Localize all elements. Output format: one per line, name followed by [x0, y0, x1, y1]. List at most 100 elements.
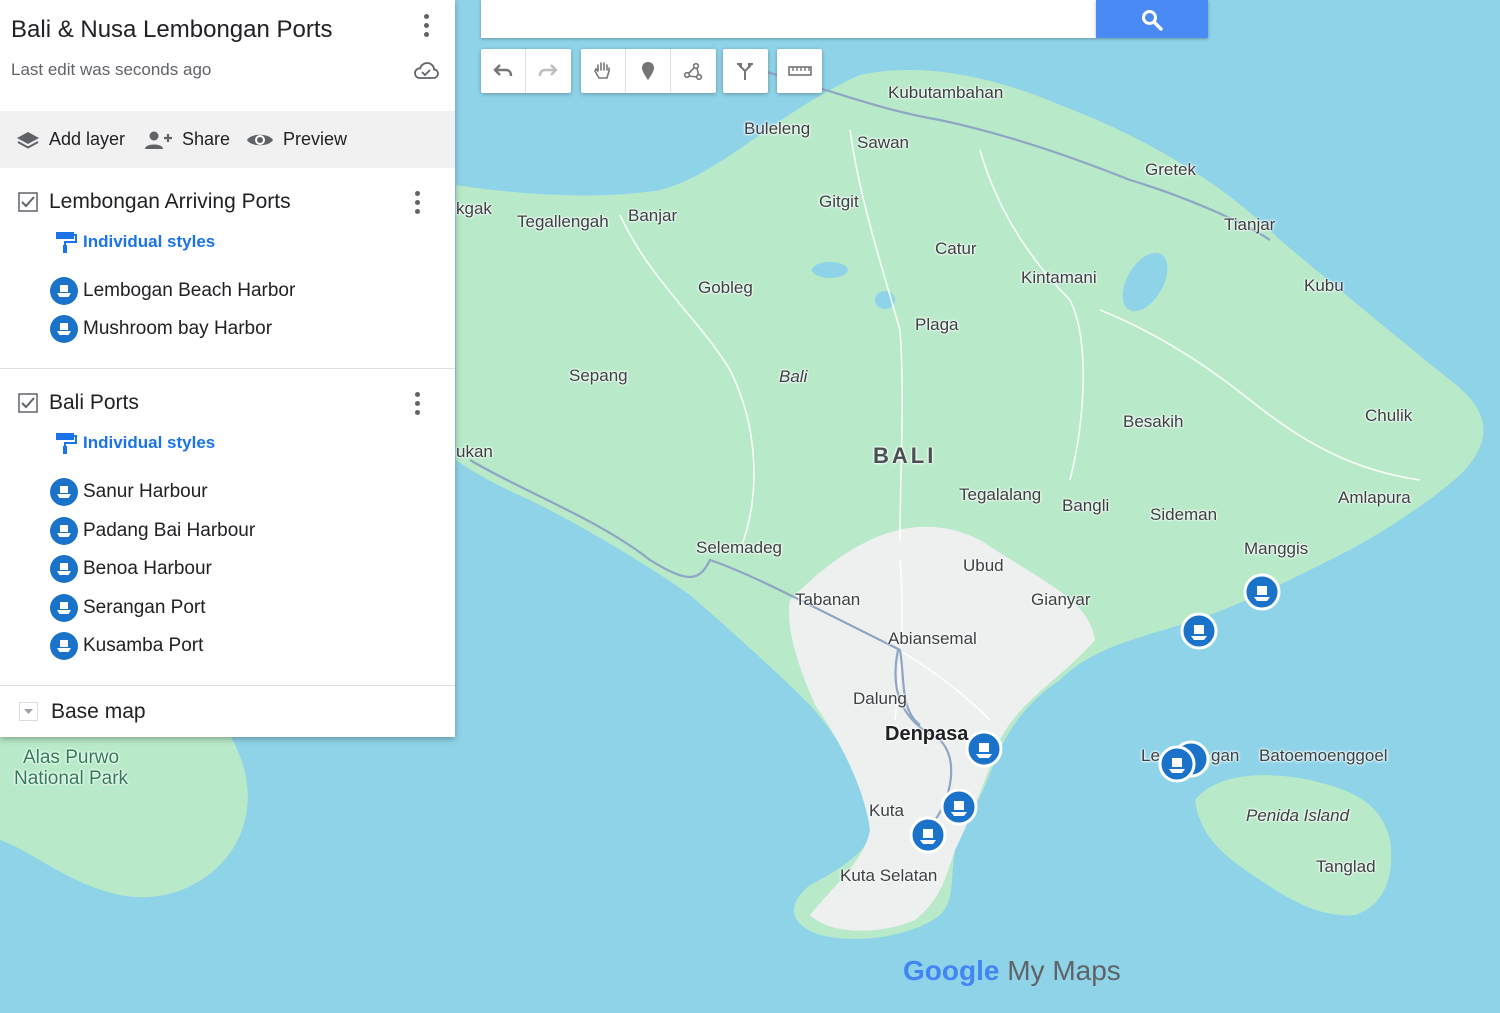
boat-icon: [50, 555, 78, 583]
divider: [0, 368, 455, 369]
list-item[interactable]: Sanur Harbour: [50, 478, 208, 506]
item-label: Kusamba Port: [83, 635, 204, 656]
list-item[interactable]: Mushroom bay Harbor: [50, 315, 272, 343]
place-bali-italic: Bali: [779, 367, 808, 386]
undo-icon: [493, 64, 513, 77]
layer-checkbox[interactable]: [18, 393, 38, 413]
list-item[interactable]: Benoa Harbour: [50, 555, 212, 583]
layer-title[interactable]: Bali Ports: [49, 391, 139, 415]
place-bangli: Bangli: [1062, 496, 1110, 515]
place-kgak: kgak: [456, 199, 492, 218]
layer-title[interactable]: Lembongan Arriving Ports: [49, 190, 291, 214]
place-lembongan-le: Le: [1141, 746, 1160, 765]
list-item[interactable]: Serangan Port: [50, 594, 206, 622]
add-marker-button[interactable]: [626, 49, 671, 93]
place-sawan: Sawan: [857, 133, 909, 152]
place-manggis: Manggis: [1244, 539, 1309, 558]
place-chulik: Chulik: [1365, 406, 1413, 425]
share-label: Share: [182, 129, 231, 149]
map-title[interactable]: Bali & Nusa Lembongan Ports: [11, 16, 333, 44]
place-tabanan: Tabanan: [795, 590, 861, 609]
place-sepang: Sepang: [569, 366, 628, 385]
divider: [0, 685, 455, 686]
boat-icon: [50, 517, 78, 545]
place-batoemoenggoel: Batoemoenggoel: [1259, 746, 1388, 765]
place-tegalalang: Tegalalang: [959, 485, 1042, 504]
place-selemadeg: Selemadeg: [696, 538, 783, 557]
place-catur: Catur: [935, 239, 977, 258]
list-item[interactable]: Padang Bai Harbour: [50, 517, 255, 545]
map-search-input[interactable]: [481, 0, 1096, 38]
place-abiansemal: Abiansemal: [888, 629, 977, 648]
place-gianyar: Gianyar: [1031, 590, 1091, 609]
panel-toolbar: Add layer Share Preview: [0, 111, 455, 168]
place-tianjar: Tianjar: [1224, 215, 1276, 234]
select-items-button[interactable]: [581, 49, 626, 93]
paint-roller-icon: [56, 232, 77, 253]
layer-checkbox[interactable]: [18, 192, 38, 212]
place-gitgit: Gitgit: [819, 192, 859, 211]
place-kubutambahan: Kubutambahan: [888, 83, 1004, 102]
directions-group: [723, 49, 768, 93]
preview-button[interactable]: Preview: [245, 111, 347, 168]
place-gobleg: Gobleg: [698, 278, 753, 297]
place-tegallengah: Tegallengah: [517, 212, 609, 231]
place-tanglad: Tanglad: [1316, 857, 1376, 876]
place-buleleng: Buleleng: [744, 119, 811, 138]
add-person-icon: [145, 131, 172, 149]
boat-icon: [50, 315, 78, 343]
layer-options-button[interactable]: [413, 191, 421, 219]
place-kuta: Kuta: [869, 801, 904, 820]
add-layer-button[interactable]: Add layer: [15, 111, 125, 168]
place-lembongan-gan: gan: [1211, 746, 1240, 765]
place-bali-region: BALI: [873, 443, 937, 468]
place-kubu: Kubu: [1304, 276, 1344, 295]
map-legend-panel: Bali & Nusa Lembongan Ports Last edit wa…: [0, 0, 455, 737]
base-map-label[interactable]: Base map: [51, 700, 146, 724]
place-banjar: Banjar: [628, 206, 678, 225]
marker-pin-icon: [642, 62, 654, 80]
individual-styles-link[interactable]: Individual styles: [53, 230, 215, 254]
place-penida: Penida Island: [1246, 806, 1350, 825]
redo-icon: [538, 64, 558, 77]
layer-options-button[interactable]: [413, 392, 421, 420]
ruler-icon: [788, 66, 812, 76]
paint-roller-icon: [56, 433, 77, 454]
place-gretek: Gretek: [1145, 160, 1197, 179]
search-icon: [1142, 10, 1163, 31]
place-besakih: Besakih: [1123, 412, 1184, 431]
place-dalung: Dalung: [853, 689, 907, 708]
item-label: Lembogan Beach Harbor: [83, 280, 296, 301]
share-button[interactable]: Share: [144, 111, 230, 168]
individual-styles-link[interactable]: Individual styles: [53, 431, 215, 455]
redo-button[interactable]: [526, 49, 571, 93]
measure-button[interactable]: [777, 49, 822, 93]
item-label: Padang Bai Harbour: [83, 520, 256, 541]
hand-icon: [594, 62, 610, 79]
list-item[interactable]: Kusamba Port: [50, 632, 203, 660]
cloud-saved-icon: [414, 62, 439, 79]
place-sideman: Sideman: [1150, 505, 1218, 524]
google-my-maps-logo: Google My Maps: [903, 955, 1121, 987]
map-options-button[interactable]: [422, 14, 430, 42]
place-kintamani: Kintamani: [1021, 268, 1097, 287]
boat-icon: [50, 478, 78, 506]
place-alas-purwo: Alas Purwo National Park: [14, 747, 129, 789]
boat-icon: [50, 594, 78, 622]
draw-line-button[interactable]: [671, 49, 716, 93]
measure-group: [777, 49, 822, 93]
individual-styles-label: Individual styles: [83, 433, 216, 452]
eye-icon: [247, 134, 273, 145]
item-label: Serangan Port: [83, 597, 206, 618]
boat-icon: [50, 632, 78, 660]
logo-google: Google: [903, 955, 1000, 986]
base-map-expand-icon[interactable]: [19, 702, 38, 721]
search-button[interactable]: [1096, 0, 1208, 38]
list-item[interactable]: Lembogan Beach Harbor: [50, 277, 295, 305]
undo-button[interactable]: [481, 49, 526, 93]
add-directions-button[interactable]: [723, 49, 768, 93]
item-label: Benoa Harbour: [83, 558, 212, 579]
place-ukan: ukan: [456, 442, 493, 461]
item-label: Mushroom bay Harbor: [83, 318, 273, 339]
logo-mymaps: My Maps: [999, 955, 1121, 986]
